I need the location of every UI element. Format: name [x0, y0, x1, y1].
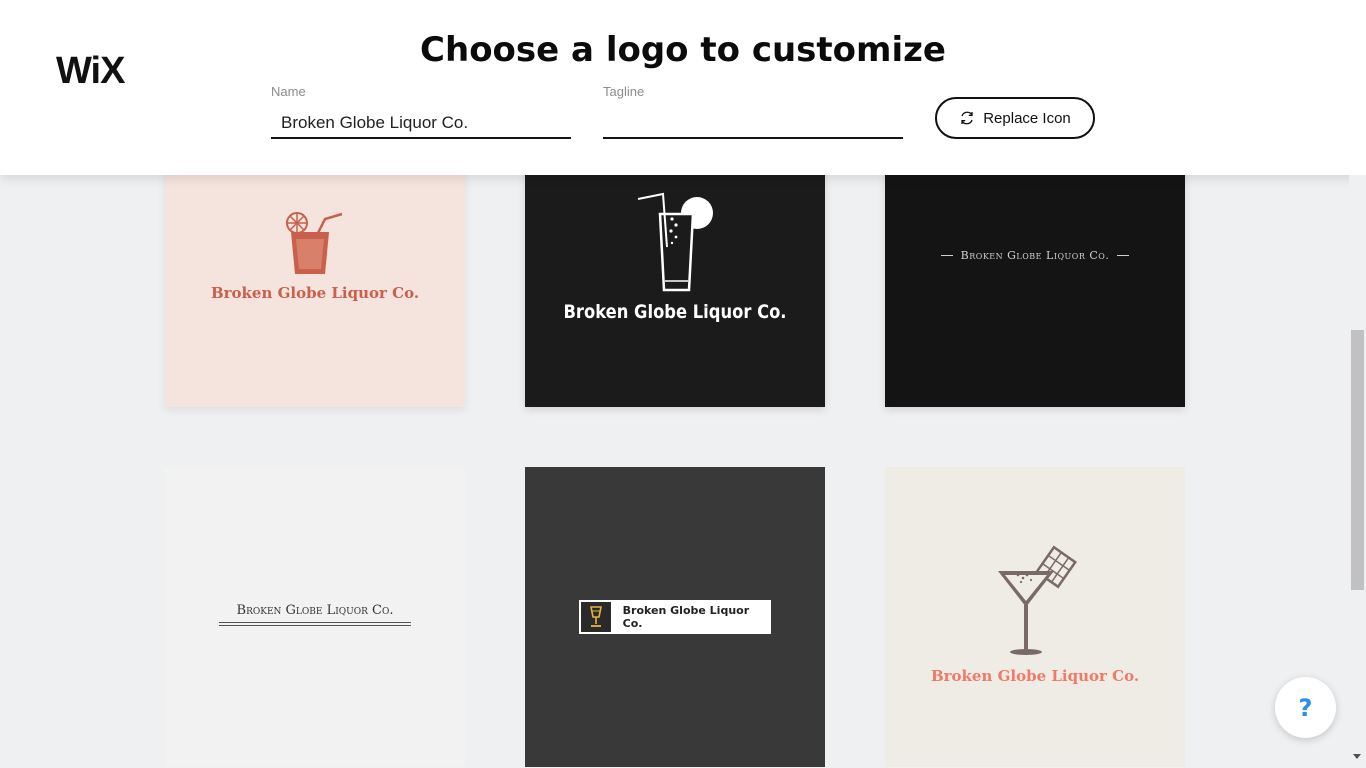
logo-text-row: Broken Globe Liquor Co.: [885, 249, 1185, 262]
name-input[interactable]: [271, 108, 571, 139]
logo-badge: Broken Globe Liquor Co.: [579, 600, 771, 634]
scroll-down-arrow[interactable]: [1353, 754, 1361, 759]
tagline-field-label: Tagline: [603, 84, 645, 99]
tagline-field: Tagline: [603, 84, 903, 139]
logo-text: Broken Globe Liquor Co.: [236, 603, 394, 618]
divider: [940, 255, 953, 256]
scrollbar-thumb[interactable]: [1351, 330, 1364, 590]
help-button[interactable]: ?: [1275, 677, 1336, 738]
cocktail-chocolate-icon: [998, 545, 1077, 655]
replace-icon-button[interactable]: Replace Icon: [935, 97, 1095, 139]
logo-card[interactable]: Broken Globe Liquor Co.: [165, 467, 465, 767]
logo-text: Broken Globe Liquor Co.: [960, 249, 1110, 262]
logo-text: Broken Globe Liquor Co.: [210, 284, 420, 302]
replace-icon-label: Replace Icon: [983, 109, 1071, 127]
refresh-icon: [959, 110, 975, 126]
tagline-input[interactable]: [603, 108, 903, 139]
name-field-label: Name: [271, 84, 306, 99]
top-header: WiX Choose a logo to customize Name Tagl…: [0, 0, 1366, 175]
logo-card[interactable]: Broken Globe Liquor Co.: [525, 467, 825, 767]
divider: [219, 625, 411, 626]
name-field: Name: [271, 84, 571, 139]
logo-text: Broken Globe Liquor Co.: [622, 604, 750, 630]
logo-card[interactable]: Broken Globe Liquor Co.: [885, 467, 1185, 767]
divider: [219, 622, 411, 623]
goblet-icon: [581, 602, 611, 632]
divider: [1117, 255, 1130, 256]
page-title: Choose a logo to customize: [420, 30, 946, 70]
logo-text: Broken Globe Liquor Co.: [563, 301, 787, 323]
logo-text: Broken Globe Liquor Co.: [930, 667, 1140, 685]
